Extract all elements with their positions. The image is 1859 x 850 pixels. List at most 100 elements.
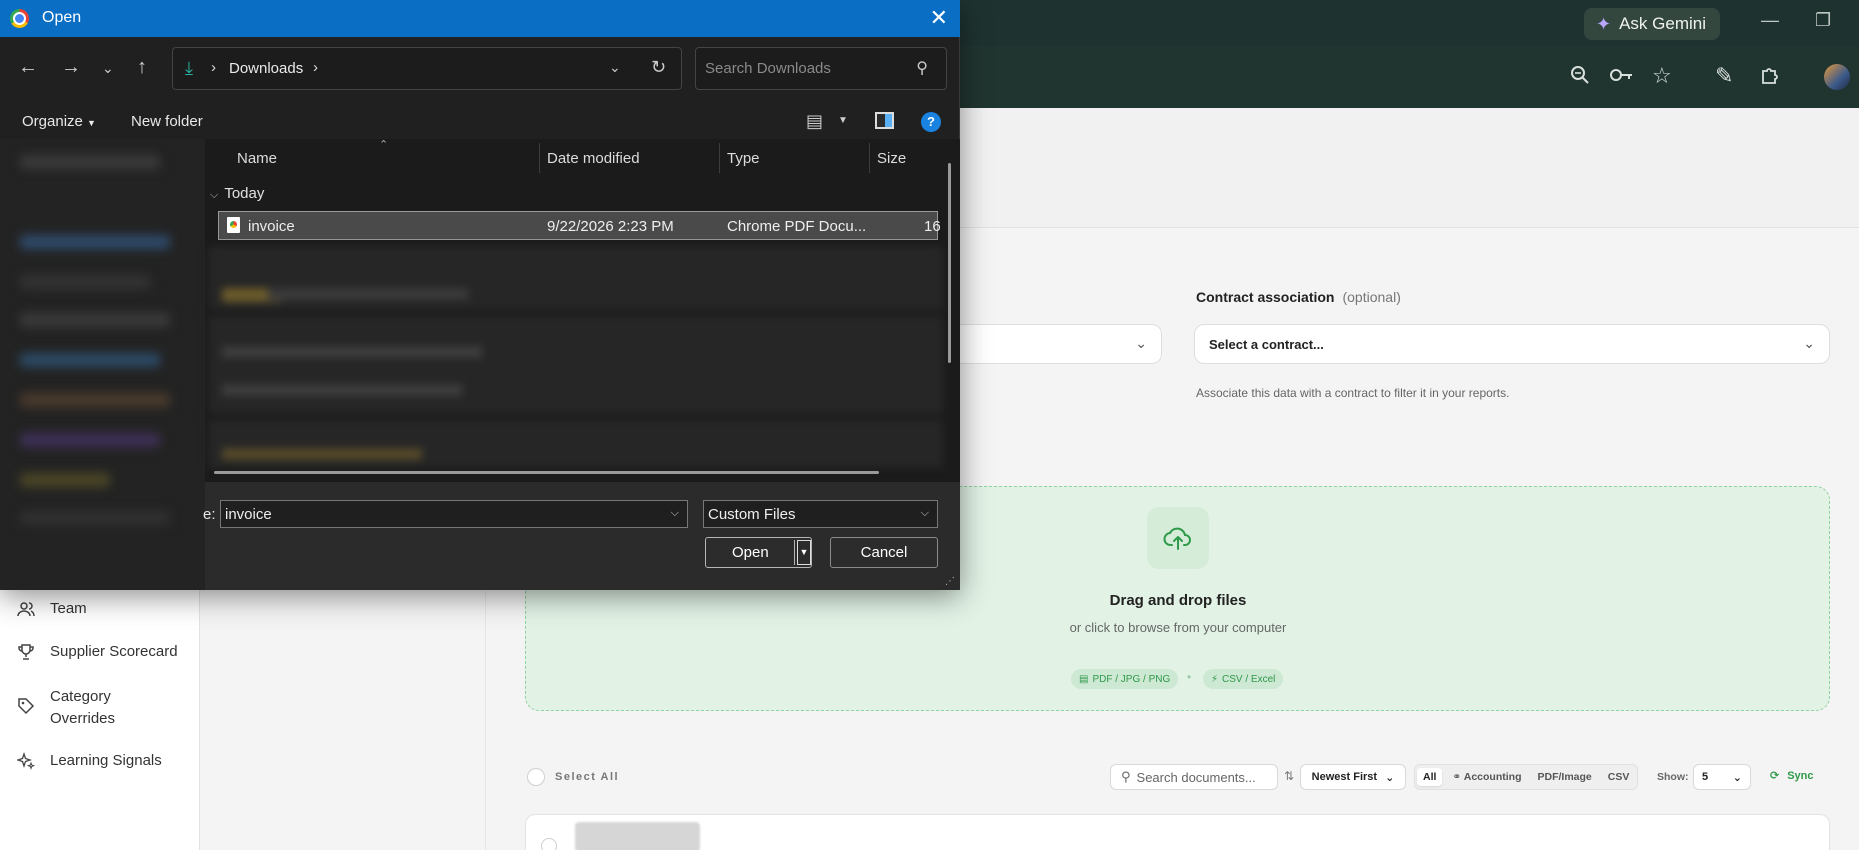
caret-down-icon[interactable]: ▼ — [797, 540, 811, 565]
file-type-select[interactable]: Custom Files ⌵ — [703, 500, 938, 528]
nav-item[interactable] — [20, 313, 170, 327]
chip-pdf-image: ▤ PDF / JPG / PNG — [1071, 669, 1179, 689]
chip-label: PDF / JPG / PNG — [1092, 673, 1171, 685]
forward-arrow-icon[interactable]: → — [61, 56, 81, 79]
contract-select-value: Select a contract... — [1209, 337, 1324, 352]
sparkle-icon: ✦ — [1596, 13, 1612, 34]
nav-item[interactable] — [20, 511, 170, 525]
filter-all[interactable]: All — [1417, 768, 1443, 786]
new-folder-button[interactable]: New folder — [131, 113, 203, 130]
nav-item[interactable] — [20, 433, 160, 447]
chip-label: CSV / Excel — [1222, 673, 1276, 685]
up-arrow-icon[interactable]: ↑ — [137, 56, 147, 79]
nav-item[interactable] — [20, 235, 170, 249]
key-icon[interactable] — [1609, 64, 1635, 91]
nav-item[interactable] — [20, 393, 170, 407]
file-name-blurred — [222, 346, 482, 358]
back-arrow-icon[interactable]: ← — [18, 56, 38, 79]
sidebar-item-team[interactable]: Team — [16, 600, 87, 623]
column-header-date[interactable]: Date modified — [547, 150, 640, 167]
profile-avatar[interactable] — [1824, 64, 1850, 90]
file-name-blurred — [268, 288, 468, 300]
file-row-group[interactable] — [208, 420, 943, 468]
file-name-label: e: — [203, 506, 216, 523]
filter-accounting[interactable]: ⚭ Accounting — [1446, 768, 1527, 786]
column-divider[interactable] — [539, 143, 540, 173]
file-row-group[interactable] — [208, 316, 943, 414]
column-divider[interactable] — [719, 143, 720, 173]
file-row-invoice[interactable]: invoice 9/22/2026 2:23 PM Chrome PDF Doc… — [218, 211, 941, 240]
pen-icon[interactable]: ✎ — [1715, 64, 1733, 88]
file-type-value: Custom Files — [708, 506, 796, 523]
sidebar-item-label: Team — [50, 600, 87, 617]
zoom-icon[interactable] — [1569, 64, 1591, 91]
close-icon[interactable]: ✕ — [930, 5, 948, 31]
column-divider[interactable] — [869, 143, 870, 173]
nav-item[interactable] — [20, 275, 150, 289]
address-bar[interactable]: ⤓ › Downloads › ⌄ ↻ — [172, 47, 682, 90]
dialog-title-bar: Open ✕ — [0, 0, 960, 37]
caret-down-icon[interactable]: ▼ — [838, 115, 848, 126]
preview-pane-icon[interactable] — [875, 112, 894, 129]
search-documents-input[interactable]: ⚲ Search documents... — [1110, 764, 1278, 790]
chevron-down-icon[interactable]: ⌄ — [609, 59, 621, 76]
vertical-scrollbar[interactable] — [948, 163, 951, 363]
page-size-select[interactable]: 5 ⌄ — [1693, 764, 1751, 790]
cancel-button[interactable]: Cancel — [830, 537, 938, 568]
sort-select[interactable]: Newest First ⌄ — [1300, 764, 1406, 790]
file-row-group[interactable] — [208, 246, 943, 310]
dialog-search-input[interactable]: Search Downloads ⚲ — [695, 47, 947, 90]
file-name: invoice — [248, 218, 295, 235]
users-icon — [16, 600, 36, 623]
navigation-pane[interactable] — [0, 139, 205, 590]
sync-button[interactable]: ⟳ Sync — [1770, 769, 1814, 783]
select-all-label: Select All — [555, 771, 620, 783]
chrome-logo-icon — [10, 9, 29, 28]
dialog-footer — [205, 482, 960, 590]
file-type: Chrome PDF Docu... — [727, 218, 867, 235]
document-card[interactable] — [525, 814, 1830, 850]
blurred-file-rows[interactable] — [208, 246, 943, 468]
file-name-input[interactable]: invoice ⌵ — [220, 500, 688, 528]
maximize-icon[interactable]: ❐ — [1815, 10, 1831, 31]
document-thumbnail — [575, 822, 700, 850]
contract-select[interactable]: Select a contract... ⌄ — [1194, 324, 1830, 364]
breadcrumb-downloads[interactable]: Downloads — [229, 60, 303, 77]
chevron-down-icon: ⌄ — [1803, 335, 1815, 351]
group-header-today[interactable]: ⌵ Today — [210, 185, 264, 202]
ask-gemini-button[interactable]: ✦ Ask Gemini — [1584, 8, 1721, 40]
filter-csv[interactable]: CSV — [1602, 768, 1636, 786]
sidebar-item-category-overrides[interactable]: Category Overrides — [16, 686, 176, 730]
star-icon[interactable]: ☆ — [1652, 64, 1672, 88]
sidebar-item-learning-signals[interactable]: Learning Signals — [15, 751, 162, 775]
refresh-icon[interactable]: ↻ — [651, 57, 666, 78]
extensions-icon[interactable] — [1759, 64, 1781, 91]
sidebar-item-supplier-scorecard[interactable]: Supplier Scorecard — [16, 643, 178, 666]
help-icon[interactable]: ? — [921, 112, 941, 132]
nav-item[interactable] — [20, 473, 110, 487]
file-name-value: invoice — [225, 506, 272, 523]
select-all-checkbox[interactable] — [527, 768, 545, 786]
nav-item[interactable] — [20, 155, 160, 169]
open-button[interactable]: Open ▼ — [705, 537, 812, 568]
document-checkbox[interactable] — [541, 838, 557, 850]
column-header-type[interactable]: Type — [727, 150, 760, 167]
column-header-name[interactable]: Name — [237, 150, 277, 167]
filter-pdf-image[interactable]: PDF/Image — [1532, 768, 1598, 786]
sort-value: Newest First — [1311, 771, 1378, 783]
column-header-size[interactable]: Size — [877, 150, 906, 167]
view-list-icon[interactable]: ▤ — [806, 111, 823, 132]
chevron-down-icon[interactable]: ⌵ — [671, 507, 679, 520]
breadcrumb-chevron-icon[interactable]: › — [313, 59, 318, 76]
horizontal-scrollbar[interactable] — [214, 471, 879, 474]
select-all[interactable]: Select All — [527, 768, 619, 786]
nav-item[interactable] — [20, 353, 160, 367]
breadcrumb-chevron-icon: › — [211, 59, 216, 76]
minimize-icon[interactable]: — — [1761, 10, 1779, 31]
dialog-title: Open — [42, 9, 82, 26]
resize-grip-icon[interactable]: ⋰ — [945, 576, 955, 587]
organize-menu[interactable]: Organize ▼ — [22, 113, 96, 130]
chip-separator: • — [1187, 670, 1192, 684]
recent-locations-icon[interactable]: ⌄ — [102, 60, 114, 77]
search-icon: ⚲ — [1121, 769, 1131, 784]
